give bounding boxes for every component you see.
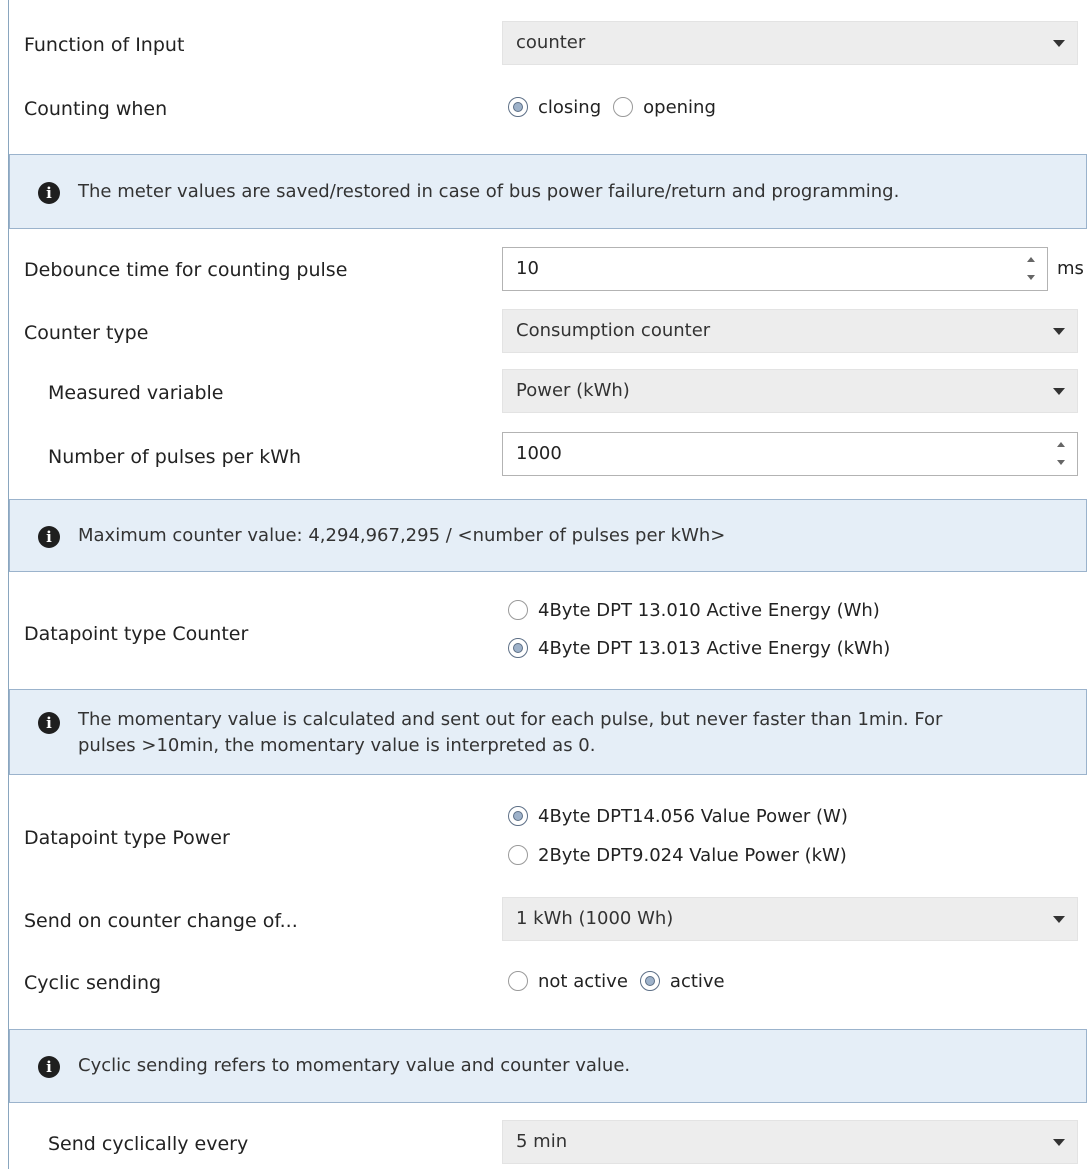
cyclic-sending-label: Cyclic sending (24, 972, 162, 994)
function-input-dropdown[interactable]: counter (502, 21, 1078, 65)
dpt-power-kw-label[interactable]: 2Byte DPT9.024 Value Power (kW) (538, 845, 847, 866)
debounce-value: 10 (516, 258, 539, 279)
function-input-label: Function of Input (24, 34, 185, 56)
measured-variable-value: Power (kWh) (516, 380, 630, 401)
info-text-momentary: The momentary value is calculated and se… (78, 707, 1074, 759)
chevron-down-icon (1053, 1139, 1065, 1146)
debounce-label: Debounce time for counting pulse (24, 259, 348, 281)
info-text-cyclic-refers: Cyclic sending refers to momentary value… (78, 1055, 631, 1076)
dpt-power-option-kw[interactable]: 2Byte DPT9.024 Value Power (kW) (508, 844, 859, 866)
counter-type-label: Counter type (24, 322, 149, 344)
chevron-down-icon (1053, 40, 1065, 47)
dpt-counter-kwh-radio[interactable] (508, 638, 528, 658)
info-icon: i (38, 526, 60, 548)
dpt-counter-wh-radio[interactable] (508, 600, 528, 620)
measured-variable-dropdown[interactable]: Power (kWh) (502, 369, 1078, 413)
dpt-counter-kwh-label[interactable]: 4Byte DPT 13.013 Active Energy (kWh) (538, 638, 890, 659)
counting-when-label: Counting when (24, 98, 168, 120)
info-box-max-counter: i Maximum counter value: 4,294,967,295 /… (9, 499, 1087, 572)
opening-option-label[interactable]: opening (643, 97, 716, 118)
info-text-meter-saved: The meter values are saved/restored in c… (78, 181, 900, 202)
info-box-cyclic-refers: i Cyclic sending refers to momentary val… (9, 1029, 1087, 1103)
closing-option-label[interactable]: closing (538, 97, 601, 118)
dpt-counter-option-kwh[interactable]: 4Byte DPT 13.013 Active Energy (kWh) (508, 637, 902, 659)
send-on-change-dropdown[interactable]: 1 kWh (1000 Wh) (502, 897, 1078, 941)
cyclic-sending-radio-group: not active active (508, 970, 737, 992)
info-icon: i (38, 712, 60, 734)
pulses-per-kwh-input[interactable]: 1000 (502, 432, 1078, 476)
info-icon: i (38, 182, 60, 204)
chevron-down-icon (1053, 328, 1065, 335)
send-cyclically-dropdown[interactable]: 5 min (502, 1120, 1078, 1164)
dpt-power-kw-radio[interactable] (508, 845, 528, 865)
pulses-per-kwh-label: Number of pulses per kWh (48, 446, 302, 468)
info-text-momentary-line1: The momentary value is calculated and se… (78, 709, 943, 730)
dpt-power-w-radio[interactable] (508, 806, 528, 826)
active-option-label[interactable]: active (670, 971, 725, 992)
dpt-counter-option-wh[interactable]: 4Byte DPT 13.010 Active Energy (Wh) (508, 599, 892, 621)
info-icon: i (38, 1056, 60, 1078)
info-box-momentary: i The momentary value is calculated and … (9, 689, 1087, 775)
counter-type-value: Consumption counter (516, 320, 711, 341)
pulses-per-kwh-value: 1000 (516, 443, 562, 464)
debounce-input[interactable]: 10 (502, 247, 1048, 291)
chevron-down-icon (1053, 916, 1065, 923)
spinner-arrows-icon[interactable] (1025, 255, 1037, 283)
active-radio[interactable] (639, 971, 660, 991)
send-on-change-label: Send on counter change of... (24, 910, 298, 932)
send-on-change-value: 1 kWh (1000 Wh) (516, 908, 674, 929)
dpt-counter-label: Datapoint type Counter (24, 623, 249, 645)
chevron-down-icon (1053, 388, 1065, 395)
send-cyclically-value: 5 min (516, 1131, 568, 1152)
dpt-power-option-w[interactable]: 4Byte DPT14.056 Value Power (W) (508, 805, 860, 827)
counting-when-radio-group: closing opening (508, 96, 728, 118)
function-input-value: counter (516, 32, 586, 53)
opening-radio[interactable] (613, 97, 634, 117)
closing-radio[interactable] (508, 97, 528, 117)
dpt-power-label: Datapoint type Power (24, 827, 230, 849)
spinner-arrows-icon[interactable] (1055, 440, 1067, 468)
send-cyclically-label: Send cyclically every (48, 1133, 249, 1155)
info-text-momentary-line2: pulses >10min, the momentary value is in… (78, 735, 596, 756)
counter-type-dropdown[interactable]: Consumption counter (502, 309, 1078, 353)
debounce-unit: ms (1057, 258, 1084, 279)
measured-variable-label: Measured variable (48, 382, 224, 404)
not-active-radio[interactable] (508, 971, 528, 991)
dpt-power-w-label[interactable]: 4Byte DPT14.056 Value Power (W) (538, 806, 848, 827)
info-box-meter-saved: i The meter values are saved/restored in… (9, 154, 1087, 229)
not-active-option-label[interactable]: not active (538, 971, 628, 992)
dpt-counter-wh-label[interactable]: 4Byte DPT 13.010 Active Energy (Wh) (538, 600, 880, 621)
info-text-max-counter: Maximum counter value: 4,294,967,295 / <… (78, 525, 726, 546)
